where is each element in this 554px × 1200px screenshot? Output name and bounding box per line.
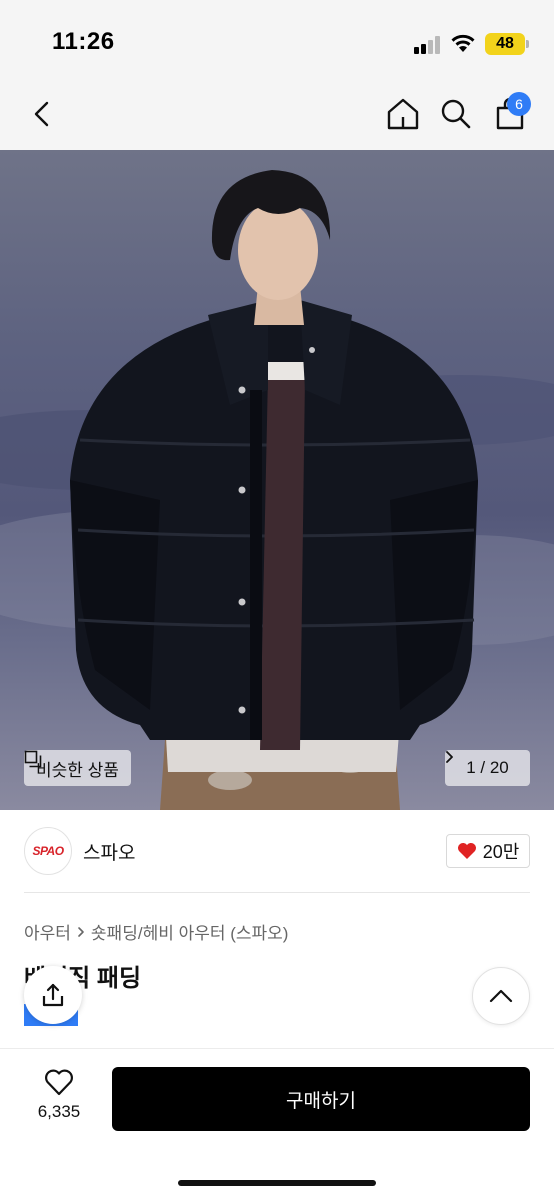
copy-icon [24, 750, 42, 768]
breadcrumb-item[interactable]: 숏패딩/헤비 아우터 (스파오) [91, 919, 289, 944]
product-photo [0, 170, 554, 810]
scroll-top-button[interactable] [472, 967, 530, 1025]
cellular-signal-icon [414, 36, 442, 54]
battery-tip [526, 40, 529, 48]
brand-divider [24, 892, 530, 893]
home-indicator[interactable] [178, 1180, 376, 1186]
heart-outline-icon [45, 1069, 73, 1096]
breadcrumb-item[interactable]: 아우터 [24, 919, 71, 944]
page-indicator-text: 1 / 20 [466, 758, 509, 777]
image-page-indicator[interactable]: 1 / 20 [445, 750, 530, 786]
bottom-bar-divider [0, 1048, 554, 1049]
battery-icon: 48 [485, 33, 525, 55]
status-time: 11:26 [52, 28, 115, 55]
brand-name[interactable]: 스파오 [83, 838, 135, 865]
home-button[interactable] [381, 92, 425, 136]
product-image-carousel[interactable]: 비슷한 상품 1 / 20 [0, 150, 554, 810]
wishlist-count: 6,335 [37, 1102, 81, 1121]
share-button[interactable] [24, 966, 82, 1024]
similar-products-label: 비슷한 상품 [36, 760, 119, 780]
search-button[interactable] [434, 92, 478, 136]
breadcrumb: 아우터 숏패딩/헤비 아우터 (스파오) [24, 919, 288, 944]
brand-logo-text: SPAO [32, 844, 64, 858]
back-chevron-icon [34, 101, 49, 127]
home-icon [387, 98, 419, 130]
share-icon [42, 983, 64, 1007]
brand-like-count: 20만 [482, 842, 520, 862]
cart-count-badge: 6 [507, 92, 531, 116]
chevron-right-icon [78, 926, 84, 937]
heart-filled-icon [457, 843, 476, 859]
wifi-icon [450, 33, 476, 58]
status-bar: 11:26 48 [0, 0, 554, 88]
battery-level: 48 [496, 35, 514, 52]
brand-like-button[interactable]: 20만 [446, 834, 530, 868]
brand-logo[interactable]: SPAO [24, 827, 72, 875]
buy-button[interactable]: 구매하기 [112, 1067, 530, 1131]
search-icon [441, 99, 471, 129]
chevron-up-icon [489, 989, 513, 1003]
similar-products-button[interactable]: 비슷한 상품 [24, 750, 131, 786]
back-button[interactable] [20, 92, 64, 136]
top-nav-bar [0, 88, 554, 150]
chevron-right-icon [446, 751, 453, 763]
buy-button-label: 구매하기 [286, 1090, 356, 1112]
wishlist-button[interactable]: 6,335 [28, 1068, 90, 1128]
